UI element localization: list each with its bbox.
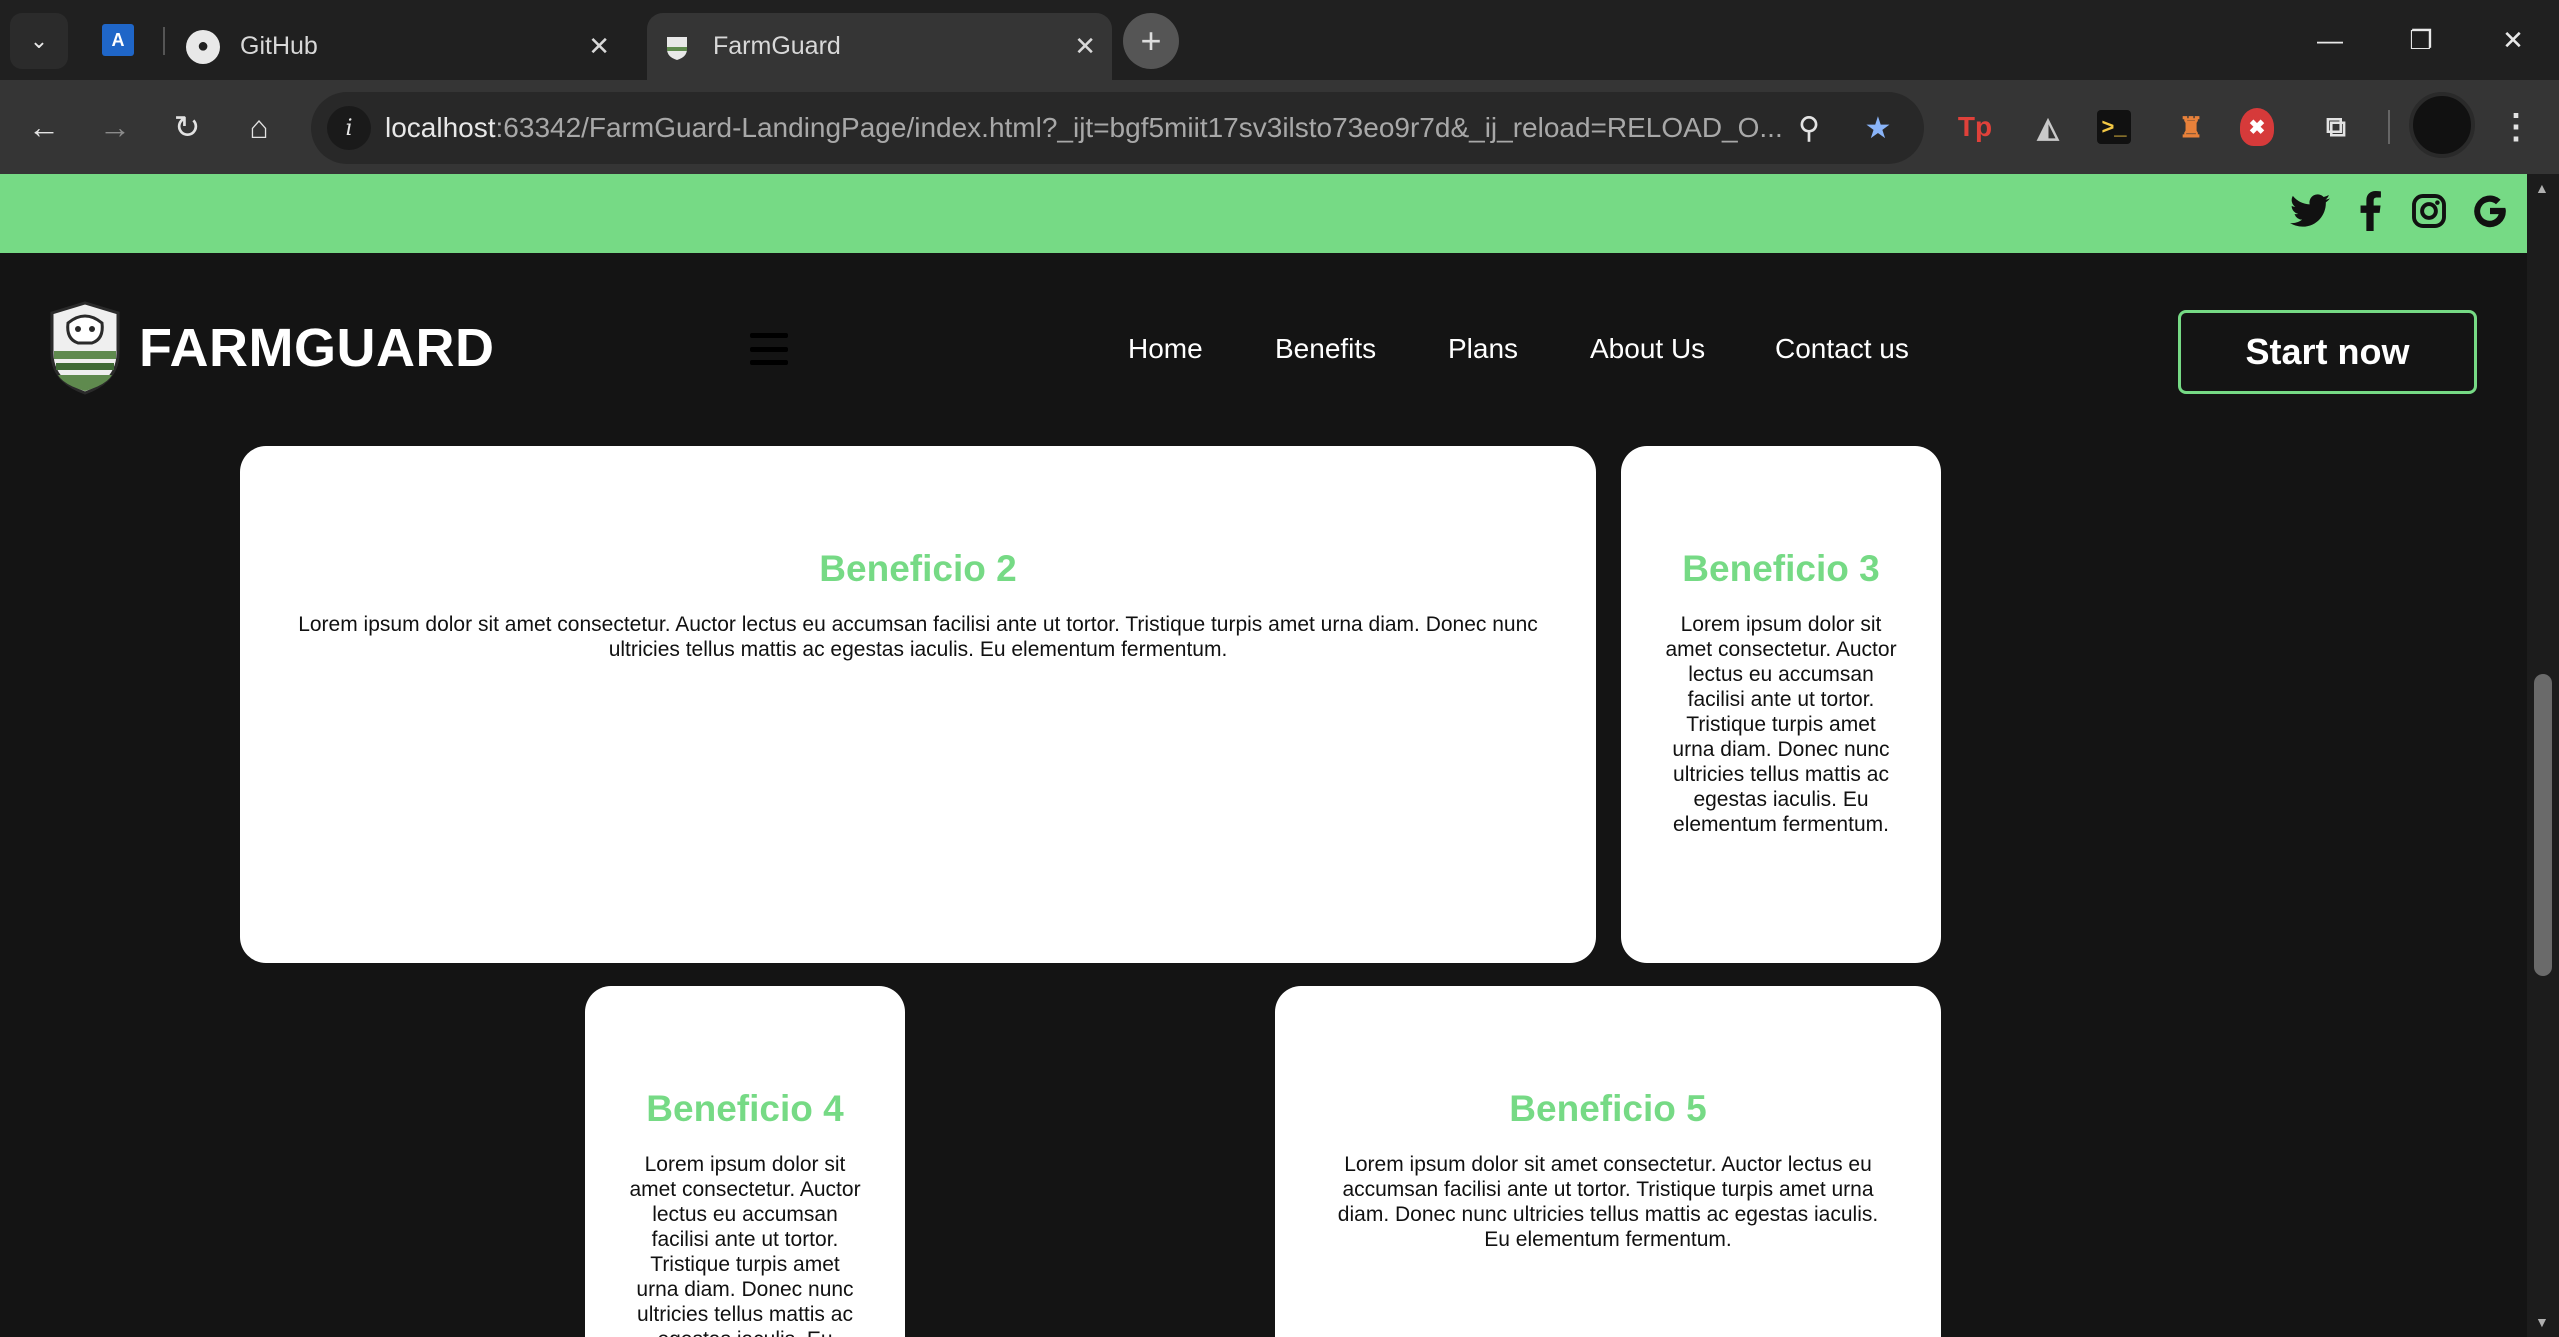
benefit-card: Beneficio 2 Lorem ipsum dolor sit amet c… [240, 446, 1596, 963]
toolbar-divider [2388, 110, 2390, 144]
browser-tab-strip: ⌄ A ● GitHub ✕ FarmGuard ✕ + — ❐ ✕ [0, 0, 2559, 80]
minimize-button[interactable]: — [2310, 20, 2350, 60]
star-icon[interactable]: ★ [1856, 106, 1900, 150]
tab-farmguard[interactable]: FarmGuard ✕ [647, 13, 1112, 80]
benefit-text: Lorem ipsum dolor sit amet consectetur. … [298, 613, 1538, 661]
extension-triangle-icon[interactable]: ◭ [2025, 104, 2071, 150]
page-scrollbar[interactable]: ▲ ▼ [2527, 174, 2559, 1337]
reload-icon: ↻ [173, 109, 201, 145]
extension-tp-icon[interactable]: Tp [1952, 104, 1998, 150]
reload-button[interactable]: ↻ [162, 102, 212, 152]
address-bar[interactable]: i localhost:63342/FarmGuard-LandingPage/… [311, 92, 1924, 164]
scrollbar-thumb[interactable] [2534, 674, 2552, 976]
instagram-icon[interactable] [2406, 188, 2452, 234]
social-top-bar [0, 174, 2527, 253]
close-icon[interactable]: ✕ [588, 31, 610, 62]
minimize-icon: — [2317, 24, 2343, 55]
tab-title: FarmGuard [713, 32, 841, 60]
forward-arrow-icon: → [99, 108, 131, 145]
close-icon: ✕ [2502, 24, 2524, 55]
puzzle-icon[interactable]: ⧉ [2313, 104, 2359, 150]
zoom-icon[interactable]: ⚲ [1787, 106, 1831, 150]
benefit-title: Beneficio 2 [819, 548, 1017, 589]
url-host: localhost [385, 112, 496, 143]
chevron-down-icon: ⌄ [29, 28, 49, 53]
nav-link-plans[interactable]: Plans [1448, 333, 1518, 365]
tab-title: GitHub [240, 32, 318, 60]
benefit-card: Beneficio 5 Lorem ipsum dolor sit amet c… [1275, 986, 1941, 1337]
nav-link-contact-us[interactable]: Contact us [1775, 333, 1909, 365]
benefit-title: Beneficio 3 [1682, 548, 1880, 589]
scroll-up-icon[interactable]: ▲ [2535, 180, 2551, 196]
profile-avatar[interactable] [2409, 92, 2475, 158]
brand-name[interactable]: FARMGUARD [139, 317, 494, 379]
restore-icon: ❐ [2409, 24, 2433, 55]
farmguard-logo[interactable] [46, 299, 124, 395]
hamburger-menu-icon[interactable] [750, 333, 788, 365]
benefit-text: Lorem ipsum dolor sit amet consectetur. … [1337, 1153, 1879, 1251]
forward-button[interactable]: → [90, 102, 140, 152]
home-icon: ⌂ [249, 108, 269, 145]
tab-pinned[interactable]: A [92, 13, 144, 67]
browser-toolbar: ← → ↻ ⌂ i localhost:63342/FarmGuard-Land… [0, 80, 2559, 174]
extension-terminal-icon[interactable]: >_ [2097, 110, 2131, 144]
site-info-icon[interactable]: i [327, 106, 371, 150]
tab-search-button[interactable]: ⌄ [10, 13, 68, 69]
home-button[interactable]: ⌂ [234, 102, 284, 152]
benefit-title: Beneficio 4 [646, 1088, 844, 1129]
tab-github[interactable]: ● GitHub ✕ [174, 13, 622, 80]
nav-link-benefits[interactable]: Benefits [1275, 333, 1376, 365]
pinned-app-icon: A [102, 24, 134, 56]
kebab-menu-icon[interactable]: ⋮ [2496, 102, 2536, 152]
twitter-icon[interactable] [2287, 188, 2333, 234]
window-close-button[interactable]: ✕ [2493, 20, 2533, 60]
main-navbar: FARMGUARD Home Benefits Plans About Us C… [0, 253, 2527, 443]
scroll-down-icon[interactable]: ▼ [2535, 1314, 2551, 1330]
benefit-text: Lorem ipsum dolor sit amet consectetur. … [629, 1153, 861, 1337]
farmguard-favicon-icon [667, 36, 687, 60]
facebook-icon[interactable] [2347, 188, 2393, 234]
new-tab-button[interactable]: + [1123, 13, 1179, 69]
extension-chess-icon[interactable]: ♜ [2168, 104, 2214, 150]
tab-divider [163, 27, 165, 55]
benefit-card: Beneficio 4 Lorem ipsum dolor sit amet c… [585, 986, 905, 1337]
benefit-title: Beneficio 5 [1509, 1088, 1707, 1129]
close-icon[interactable]: ✕ [1074, 31, 1096, 62]
back-button[interactable]: ← [19, 102, 69, 152]
benefit-card: Beneficio 3 Lorem ipsum dolor sit amet c… [1621, 446, 1941, 963]
back-arrow-icon: ← [28, 108, 60, 145]
nav-link-home[interactable]: Home [1128, 333, 1203, 365]
benefit-text: Lorem ipsum dolor sit amet consectetur. … [1665, 613, 1897, 836]
extension-shield-icon[interactable]: ✖ [2240, 108, 2274, 146]
github-icon: ● [186, 29, 220, 64]
restore-button[interactable]: ❐ [2401, 20, 2441, 60]
page-viewport: FARMGUARD Home Benefits Plans About Us C… [0, 174, 2527, 1337]
start-now-button[interactable]: Start now [2178, 310, 2477, 394]
google-icon[interactable] [2467, 188, 2513, 234]
url-text[interactable]: localhost:63342/FarmGuard-LandingPage/in… [385, 112, 1783, 144]
plus-icon: + [1140, 20, 1162, 61]
nav-link-about-us[interactable]: About Us [1590, 333, 1705, 365]
url-path: :63342/FarmGuard-LandingPage/index.html?… [495, 112, 1783, 143]
